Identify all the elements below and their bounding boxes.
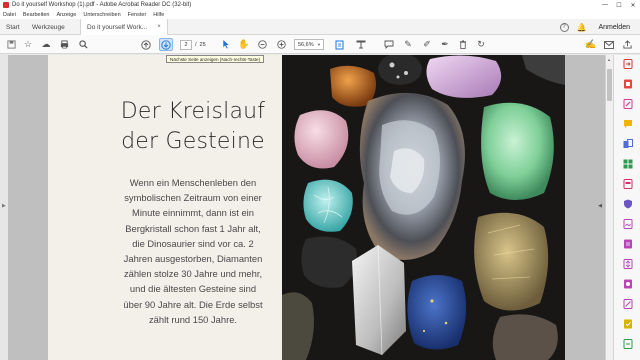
zoom-in-icon[interactable] (275, 38, 287, 51)
title-bar: Do it yourself Workshop (1).pdf - Adobe … (0, 0, 640, 10)
create-pdf-icon[interactable] (623, 79, 633, 89)
chevron-down-icon: ▼ (317, 42, 321, 47)
right-tools-panel (613, 55, 640, 360)
export-pdf-icon[interactable] (623, 59, 633, 69)
body-line: die Dinosaurier sind vor ca. 2 (132, 237, 254, 249)
window-controls: — ☐ ✕ (598, 0, 640, 10)
expand-right-panel-icon[interactable]: ◀ (598, 203, 602, 209)
save-icon[interactable] (5, 38, 17, 51)
heading-line: der Gesteine (121, 129, 265, 154)
sign-icon[interactable]: ✒ (439, 38, 451, 51)
minimize-button[interactable]: — (598, 0, 612, 10)
gemstones-illustration (282, 55, 565, 360)
acrobat-app-icon (3, 2, 9, 8)
fit-page-icon[interactable] (333, 38, 347, 51)
tab-tools-label: Werkzeuge (32, 23, 65, 31)
expand-left-panel-icon[interactable]: ▶ (2, 203, 6, 209)
vertical-scrollbar[interactable]: ▲ (605, 55, 613, 360)
scroll-up-icon[interactable]: ▲ (607, 57, 611, 62)
cloud-upload-icon[interactable]: ☁ (40, 38, 52, 51)
body-line: Jahren ausgestorben, Diamanten (123, 253, 263, 265)
comment-icon[interactable] (383, 38, 395, 51)
pdf-page: Der Kreislauf der Gesteine Wenn ein Mens… (48, 55, 565, 360)
body-line: Wenn ein Menschenleben den (129, 177, 257, 188)
menu-bearbeiten[interactable]: Bearbeiten (23, 12, 50, 18)
organize-pages-icon[interactable] (623, 159, 633, 169)
share-icon[interactable] (621, 38, 633, 51)
body-line: Minute einnimmt, dann ist ein (132, 207, 254, 219)
more-tools-icon[interactable] (623, 319, 633, 329)
email-icon[interactable] (603, 38, 615, 51)
sign-request-icon[interactable]: ✍ (585, 38, 597, 51)
tab-start[interactable]: Start (6, 19, 20, 35)
measure-icon[interactable] (623, 299, 633, 309)
page-heading: Der Kreislauf der Gesteine (95, 97, 291, 157)
prev-page-icon[interactable] (140, 38, 152, 51)
hand-tool-icon[interactable]: ✋ (238, 38, 250, 51)
tab-start-label: Start (6, 23, 20, 31)
redact-icon[interactable] (623, 179, 633, 189)
menu-hilfe[interactable]: Hilfe (153, 12, 164, 18)
tab-close-icon[interactable]: × (157, 24, 161, 30)
menu-anzeige[interactable]: Anzeige (56, 12, 76, 18)
zoom-level-select[interactable]: 56,6% ▼ (294, 39, 324, 50)
pen-icon[interactable]: ✎ (402, 38, 414, 51)
menu-bar: Datei Bearbeiten Anzeige Unterschreiben … (0, 10, 640, 19)
menu-datei[interactable]: Datei (3, 12, 16, 18)
main-toolbar: ☆ ☁ 2 / 25 ✋ 56,6% ▼ ✎ ✐ ✒ ↻ ✍ (0, 35, 640, 54)
gemstones-photo (282, 55, 565, 360)
action-wizard-icon[interactable] (623, 339, 633, 349)
protect-icon[interactable] (623, 199, 633, 209)
compress-icon[interactable] (623, 259, 633, 269)
maximize-button[interactable]: ☐ (612, 0, 626, 10)
page-body-text: Wenn ein Menschenleben den symbolischen … (92, 175, 294, 327)
edit-pdf-icon[interactable] (623, 99, 633, 109)
zoom-out-icon[interactable] (256, 38, 268, 51)
tab-document[interactable]: Do it yourself Work... × (80, 19, 168, 35)
zoom-search-icon[interactable] (77, 38, 89, 51)
comment-tool-icon[interactable] (623, 119, 633, 129)
left-nav-rail: ▶ (0, 55, 8, 360)
body-line: symbolischen Zeitraum von einer (124, 192, 262, 204)
tab-document-label: Do it yourself Work... (87, 23, 148, 31)
next-page-tooltip: Nächste Seite anzeigen (Nach-rechts-Tast… (166, 55, 265, 63)
select-cursor-icon[interactable] (220, 38, 232, 51)
rotate-icon[interactable]: ↻ (475, 38, 487, 51)
body-line: Bergkristall schon fast 1 Jahr alt, (125, 222, 261, 234)
scrollbar-thumb[interactable] (607, 69, 612, 101)
current-page-input[interactable]: 2 (180, 39, 192, 50)
body-line: über 90 Jahre alt. Die Erde selbst (123, 298, 263, 310)
body-line: zählt rund 150 Jahre. (148, 313, 238, 325)
help-icon[interactable]: ? (559, 22, 569, 32)
menu-fenster[interactable]: Fenster (128, 12, 147, 18)
page-navigator: 2 / 25 (180, 39, 206, 50)
body-line: und die ältesten Gesteine sind (129, 283, 257, 295)
body-line: zählen stolze 30 Jahre und mehr, (123, 268, 263, 280)
combine-files-icon[interactable] (623, 139, 633, 149)
zoom-level-value: 56,6% (298, 41, 314, 48)
heading-line: Der Kreislauf (120, 99, 266, 124)
menu-unterschreiben[interactable]: Unterschreiben (83, 12, 120, 18)
fill-sign-icon[interactable] (623, 219, 633, 229)
tab-bar-right: ? 🔔 Anmelden (559, 19, 630, 35)
bookmark-star-icon[interactable]: ☆ (22, 38, 34, 51)
read-mode-icon[interactable] (355, 38, 367, 51)
window-title: Do it yourself Workshop (1).pdf - Adobe … (12, 2, 192, 8)
next-page-icon[interactable] (159, 38, 173, 51)
document-viewport[interactable]: Der Kreislauf der Gesteine Wenn ein Mens… (8, 55, 605, 360)
notification-bell-icon[interactable]: 🔔 (577, 23, 587, 32)
highlight-icon[interactable]: ✐ (421, 38, 433, 51)
tab-bar: Start Werkzeuge Do it yourself Work... ×… (0, 19, 640, 35)
send-review-icon[interactable] (623, 239, 633, 249)
total-pages: 25 (199, 41, 206, 48)
close-window-button[interactable]: ✕ (626, 0, 640, 10)
certificates-icon[interactable] (623, 279, 633, 289)
delete-icon[interactable] (457, 38, 469, 51)
login-button[interactable]: Anmelden (598, 24, 630, 31)
page-separator: / (195, 41, 197, 48)
tab-tools[interactable]: Werkzeuge (32, 19, 65, 35)
print-icon[interactable] (58, 38, 70, 51)
